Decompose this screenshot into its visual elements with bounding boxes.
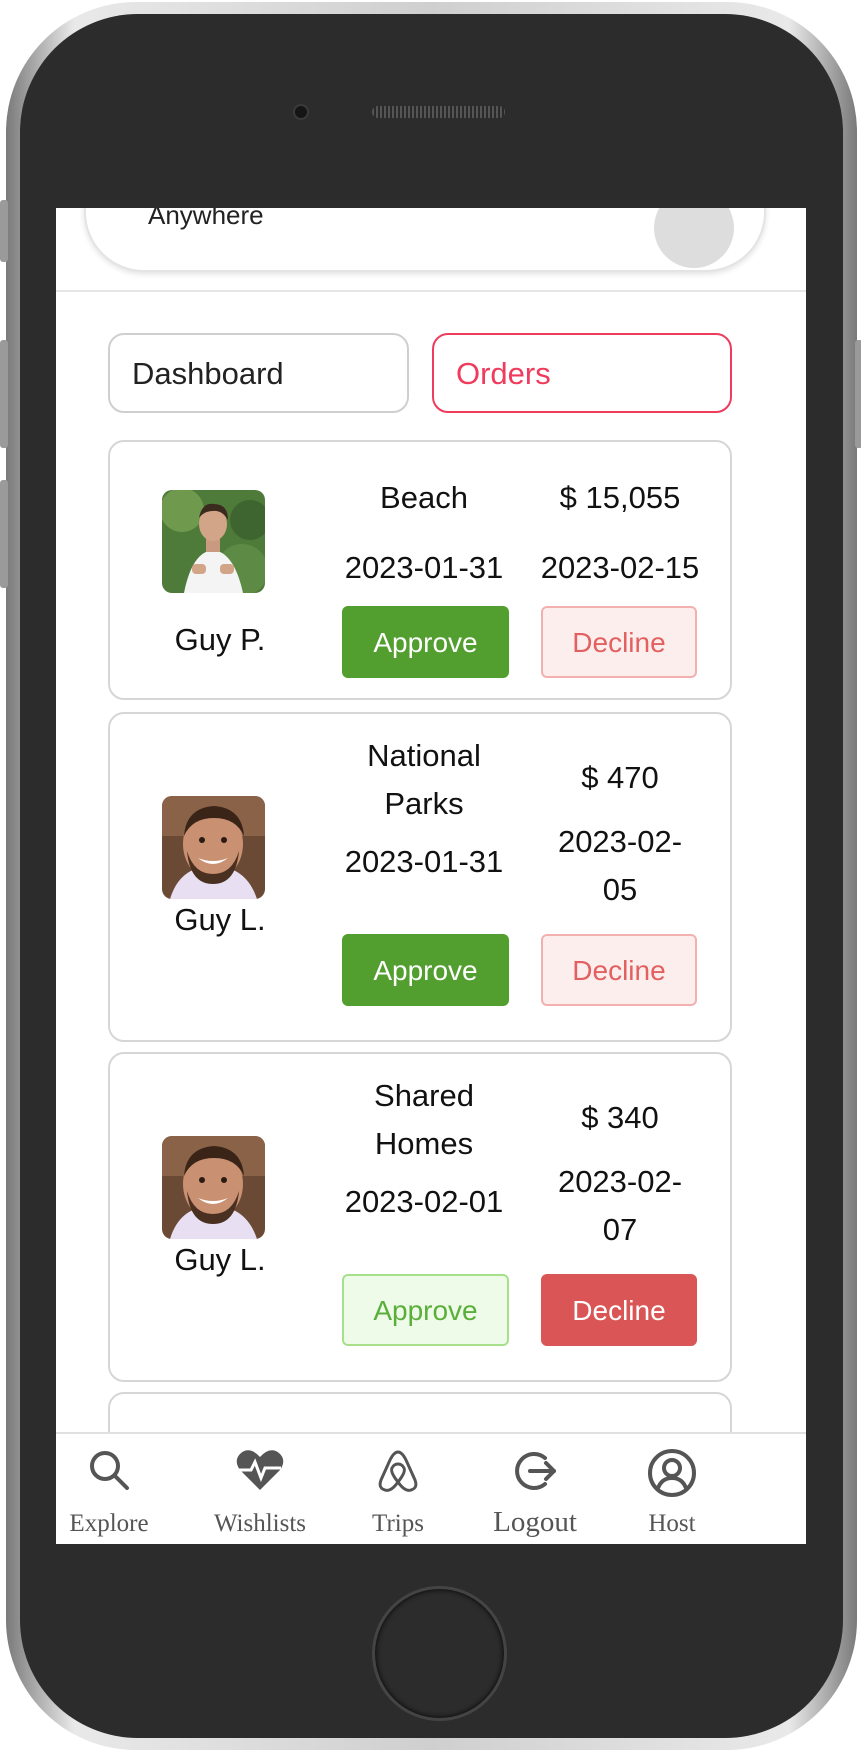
- nav-label: Trips: [372, 1510, 424, 1537]
- mute-switch: [0, 200, 8, 262]
- order-check-out: 2023-02-05: [557, 824, 683, 907]
- airbnb-logo-icon: [376, 1448, 420, 1499]
- nav-explore[interactable]: Explore: [56, 1434, 184, 1544]
- order-check-in: 2023-01-31: [344, 844, 504, 879]
- header-divider: [56, 290, 806, 292]
- nav-logout[interactable]: Logout: [460, 1434, 610, 1544]
- front-camera: [295, 106, 307, 118]
- search-button[interactable]: [654, 208, 734, 268]
- guest-avatar: [162, 490, 265, 593]
- bottom-nav: Explore Wishlists Trips Logout Host: [56, 1432, 806, 1544]
- nav-label: Explore: [69, 1510, 149, 1537]
- nav-label: Host: [648, 1510, 696, 1537]
- guest-avatar: [162, 1136, 265, 1239]
- nav-label: Wishlists: [213, 1510, 307, 1537]
- tab-orders[interactable]: Orders: [432, 333, 732, 413]
- approve-button[interactable]: Approve: [342, 606, 509, 678]
- logout-icon: [512, 1448, 558, 1499]
- volume-up-button: [0, 340, 8, 448]
- order-check-out: 2023-02-07: [557, 1164, 683, 1247]
- nav-wishlists[interactable]: Wishlists: [185, 1434, 335, 1544]
- volume-down-button: [0, 480, 8, 588]
- decline-button[interactable]: Decline: [541, 934, 697, 1006]
- app-screen: Anywhere Dashboard Orders Guy P. Beach $…: [56, 208, 806, 1544]
- order-category: National Parks: [367, 738, 481, 821]
- guest-avatar: [162, 796, 265, 899]
- nav-label: Logout: [493, 1506, 577, 1538]
- order-check-in: 2023-02-01: [344, 1184, 504, 1219]
- nav-trips[interactable]: Trips: [323, 1434, 473, 1544]
- decline-button[interactable]: Decline: [541, 606, 697, 678]
- power-button: [855, 340, 861, 448]
- order-category: Shared Homes: [374, 1078, 474, 1161]
- approve-button[interactable]: Approve: [342, 1274, 509, 1346]
- order-card: Guy P. Beach $ 15,055 2023-01-31 2023-02…: [108, 440, 732, 700]
- search-icon: [87, 1448, 131, 1497]
- search-bar[interactable]: Anywhere: [84, 208, 766, 272]
- approve-button[interactable]: Approve: [342, 934, 509, 1006]
- order-price: $ 15,055: [559, 480, 681, 515]
- guest-name: Guy P.: [174, 622, 266, 657]
- tab-dashboard[interactable]: Dashboard: [108, 333, 409, 413]
- speaker-grill: [372, 106, 505, 118]
- order-category: Beach: [380, 480, 468, 515]
- guest-name: Guy L.: [174, 902, 266, 937]
- order-card: Guy L. National Parks $ 470 2023-01-31 2…: [108, 712, 732, 1042]
- order-price: $ 340: [581, 1100, 659, 1135]
- decline-button[interactable]: Decline: [541, 1274, 697, 1346]
- order-check-out: 2023-02-15: [540, 550, 700, 585]
- order-check-in: 2023-01-31: [344, 550, 504, 585]
- user-circle-icon: [647, 1448, 697, 1503]
- order-card: Guy L. Shared Homes $ 340 2023-02-01 202…: [108, 1052, 732, 1382]
- heartbeat-icon: [235, 1448, 285, 1497]
- guest-name: Guy L.: [174, 1242, 266, 1277]
- order-price: $ 470: [581, 760, 659, 795]
- search-text: Anywhere: [148, 208, 264, 230]
- home-button[interactable]: [372, 1586, 507, 1721]
- nav-host[interactable]: Host: [597, 1434, 747, 1544]
